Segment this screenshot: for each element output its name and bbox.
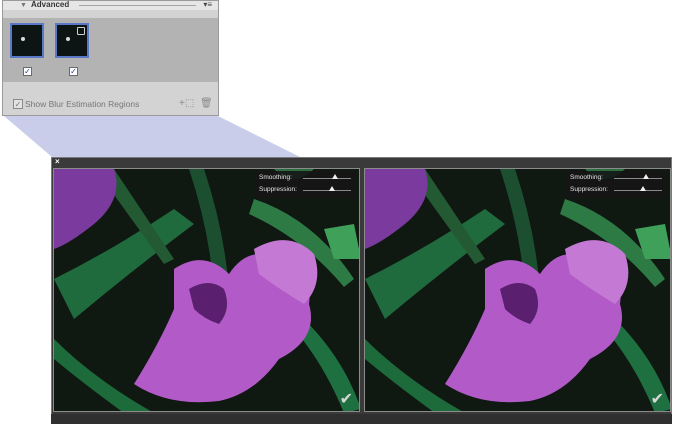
kernel-dot	[66, 37, 70, 41]
header-divider	[79, 5, 196, 6]
trash-icon[interactable]: 🗑	[200, 98, 213, 110]
panel-menu-icon[interactable]: ▾≡	[203, 0, 212, 11]
smoothing-handle[interactable]	[331, 174, 338, 179]
slider-panel: Smoothing: Suppression:	[255, 171, 355, 198]
smoothing-slider[interactable]: Smoothing:	[566, 172, 666, 184]
suppression-handle[interactable]	[328, 186, 335, 191]
preview-pane-after: Smoothing: Suppression: ✔	[364, 168, 671, 412]
blur-kernel-thumbnail-1[interactable]	[10, 23, 44, 58]
smoothing-slider[interactable]: Smoothing:	[255, 172, 355, 184]
apply-checkmark-icon[interactable]: ✔	[651, 392, 664, 408]
thumbnail-2-checkbox[interactable]: ✓	[69, 67, 78, 76]
smoothing-track[interactable]	[614, 178, 662, 179]
suppression-slider[interactable]: Suppression:	[566, 184, 666, 196]
flower-photo	[365, 169, 670, 411]
smoothing-label: Smoothing:	[259, 174, 292, 181]
close-icon[interactable]: ×	[55, 157, 60, 167]
panel-header[interactable]: ▼ Advanced ▾≡	[3, 0, 218, 11]
show-regions-checkbox[interactable]: ✓	[13, 99, 23, 109]
preview-pane-before: Smoothing: Suppression: ✔	[53, 168, 360, 412]
suppression-track[interactable]	[303, 190, 351, 191]
add-region-icon[interactable]: +⬚	[179, 98, 194, 110]
thumbnail-strip: ✓ ✓	[3, 18, 218, 82]
lock-icon[interactable]	[77, 27, 85, 35]
collapse-triangle-icon[interactable]: ▼	[20, 1, 27, 10]
suppression-handle[interactable]	[639, 186, 646, 191]
suppression-label: Suppression:	[259, 186, 297, 193]
flower-photo	[54, 169, 359, 411]
comparison-viewer: × Smoothing: Suppression: ✔ Smoothing: S…	[51, 157, 672, 415]
viewer-bottom-strip	[51, 414, 672, 424]
suppression-track[interactable]	[614, 190, 662, 191]
smoothing-handle[interactable]	[642, 174, 649, 179]
smoothing-label: Smoothing:	[570, 174, 603, 181]
slider-panel: Smoothing: Suppression:	[566, 171, 666, 198]
kernel-dot	[21, 37, 25, 41]
blur-kernel-thumbnail-2[interactable]	[55, 23, 89, 58]
show-regions-label[interactable]: Show Blur Estimation Regions	[25, 97, 139, 111]
apply-checkmark-icon[interactable]: ✔	[340, 392, 353, 408]
suppression-slider[interactable]: Suppression:	[255, 184, 355, 196]
advanced-panel: ▼ Advanced ▾≡ ✓ ✓ ✓ Show Blur Estimation…	[2, 0, 219, 116]
smoothing-track[interactable]	[303, 178, 351, 179]
panel-footer: ✓ Show Blur Estimation Regions +⬚ 🗑	[3, 93, 218, 115]
suppression-label: Suppression:	[570, 186, 608, 193]
thumbnail-1-checkbox[interactable]: ✓	[23, 67, 32, 76]
panel-title: Advanced	[31, 0, 70, 9]
